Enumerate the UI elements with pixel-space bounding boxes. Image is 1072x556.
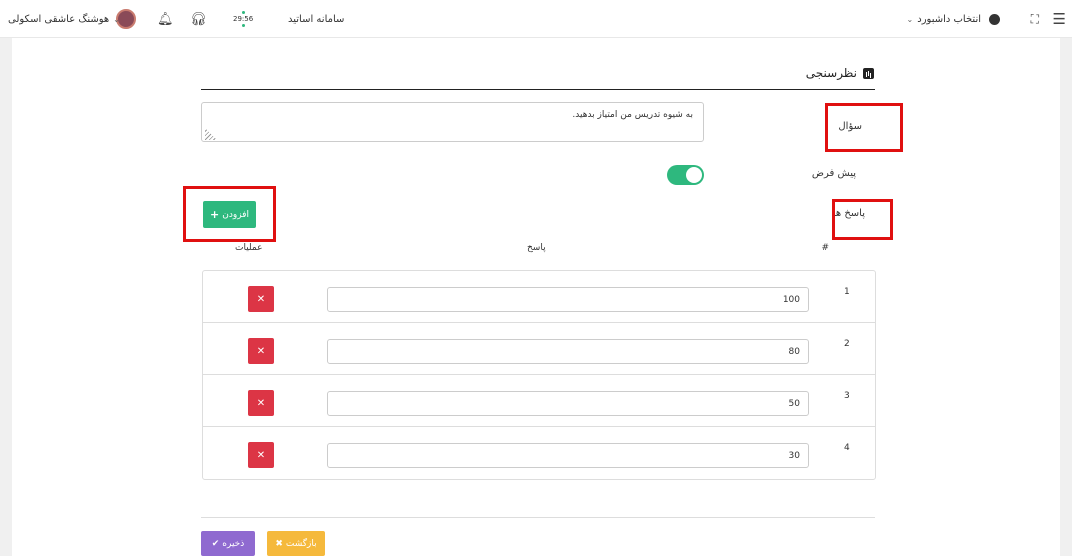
delete-row-button[interactable]: ✕	[248, 338, 274, 364]
title-divider	[201, 89, 875, 90]
close-icon: ✕	[256, 397, 266, 409]
close-icon: ✕	[256, 345, 266, 357]
highlight-answers-label	[832, 199, 893, 240]
row-index: 1	[844, 287, 850, 297]
top-bar: ☰ ⛶ ⌄ انتخاب داشبورد سامانه اساتید 29:56…	[0, 0, 1072, 38]
user-name: هوشنگ عاشقی اسکولی	[8, 13, 110, 25]
answer-input[interactable]	[327, 339, 809, 364]
clock-dot-top	[241, 11, 245, 14]
section-title: نظرسنجی	[805, 66, 857, 80]
table-row: 3 ✕	[203, 375, 875, 427]
bell-icon[interactable]: 🔔︎	[157, 0, 174, 38]
save-button[interactable]: ✔ ذخیره	[201, 531, 255, 556]
answers-label: پاسخ ها	[832, 208, 865, 219]
default-label: پیش فرض	[811, 168, 856, 179]
system-title[interactable]: سامانه اساتید	[288, 0, 344, 38]
save-button-label: ذخیره	[222, 538, 245, 549]
page-gutter-left	[0, 38, 12, 556]
column-header-number: #	[821, 243, 829, 253]
clock-time: 29:56	[233, 15, 254, 23]
column-header-operations: عملیات	[235, 243, 263, 253]
close-icon: ✕	[256, 449, 266, 461]
table-row: 4 ✕	[203, 427, 875, 479]
chevron-down-icon: ⌄	[113, 14, 120, 24]
question-text: به شیوه تدریس من امتیاز بدهید.	[572, 110, 693, 120]
fullscreen-icon[interactable]: ⛶	[1031, 0, 1040, 38]
check-icon: ✔	[211, 538, 220, 549]
footer-divider	[201, 517, 875, 518]
answer-input[interactable]	[327, 443, 809, 468]
add-answer-button[interactable]: + افزودن	[203, 201, 256, 228]
table-row: 1 ✕	[203, 271, 875, 323]
dashboard-icon	[989, 13, 1000, 25]
close-icon: ✖	[275, 538, 283, 549]
answer-input[interactable]	[327, 391, 809, 416]
delete-row-button[interactable]: ✕	[248, 442, 274, 468]
question-textarea[interactable]: به شیوه تدریس من امتیاز بدهید.	[201, 102, 704, 142]
highlight-question-label	[825, 103, 903, 152]
resize-grip-icon[interactable]	[205, 128, 217, 140]
close-icon: ✕	[256, 293, 266, 305]
table-row: 2 ✕	[203, 323, 875, 375]
column-header-answer: پاسخ	[527, 243, 546, 253]
session-clock: 29:56	[233, 0, 253, 38]
page-gutter-right	[1060, 38, 1072, 556]
plus-icon: +	[210, 208, 220, 221]
menu-icon[interactable]: ☰	[1053, 0, 1066, 38]
default-toggle[interactable]	[667, 165, 704, 185]
delete-row-button[interactable]: ✕	[248, 390, 274, 416]
toggle-knob	[686, 167, 702, 183]
chevron-down-icon: ⌄	[906, 14, 914, 24]
user-menu[interactable]: هوشنگ عاشقی اسکولی ⌄	[8, 0, 120, 38]
row-index: 2	[844, 339, 850, 349]
dashboard-select-label: انتخاب داشبورد	[917, 13, 981, 25]
row-index: 3	[844, 391, 850, 401]
answer-input[interactable]	[327, 287, 809, 312]
back-button[interactable]: ✖ بازگشت	[267, 531, 325, 556]
headset-icon[interactable]: 🎧︎	[190, 0, 207, 38]
dashboard-select[interactable]: ⌄ انتخاب داشبورد	[907, 0, 1000, 38]
clock-dot-bottom	[241, 24, 245, 27]
delete-row-button[interactable]: ✕	[248, 286, 274, 312]
add-button-label: افزودن	[222, 209, 249, 220]
question-label: سؤال	[838, 121, 862, 132]
back-button-label: بازگشت	[285, 538, 317, 549]
section-header: نظرسنجی	[806, 66, 874, 80]
bar-chart-icon	[863, 67, 874, 79]
answers-table: 1 ✕ 2 ✕ 3 ✕ 4 ✕	[202, 270, 876, 480]
row-index: 4	[844, 443, 850, 453]
